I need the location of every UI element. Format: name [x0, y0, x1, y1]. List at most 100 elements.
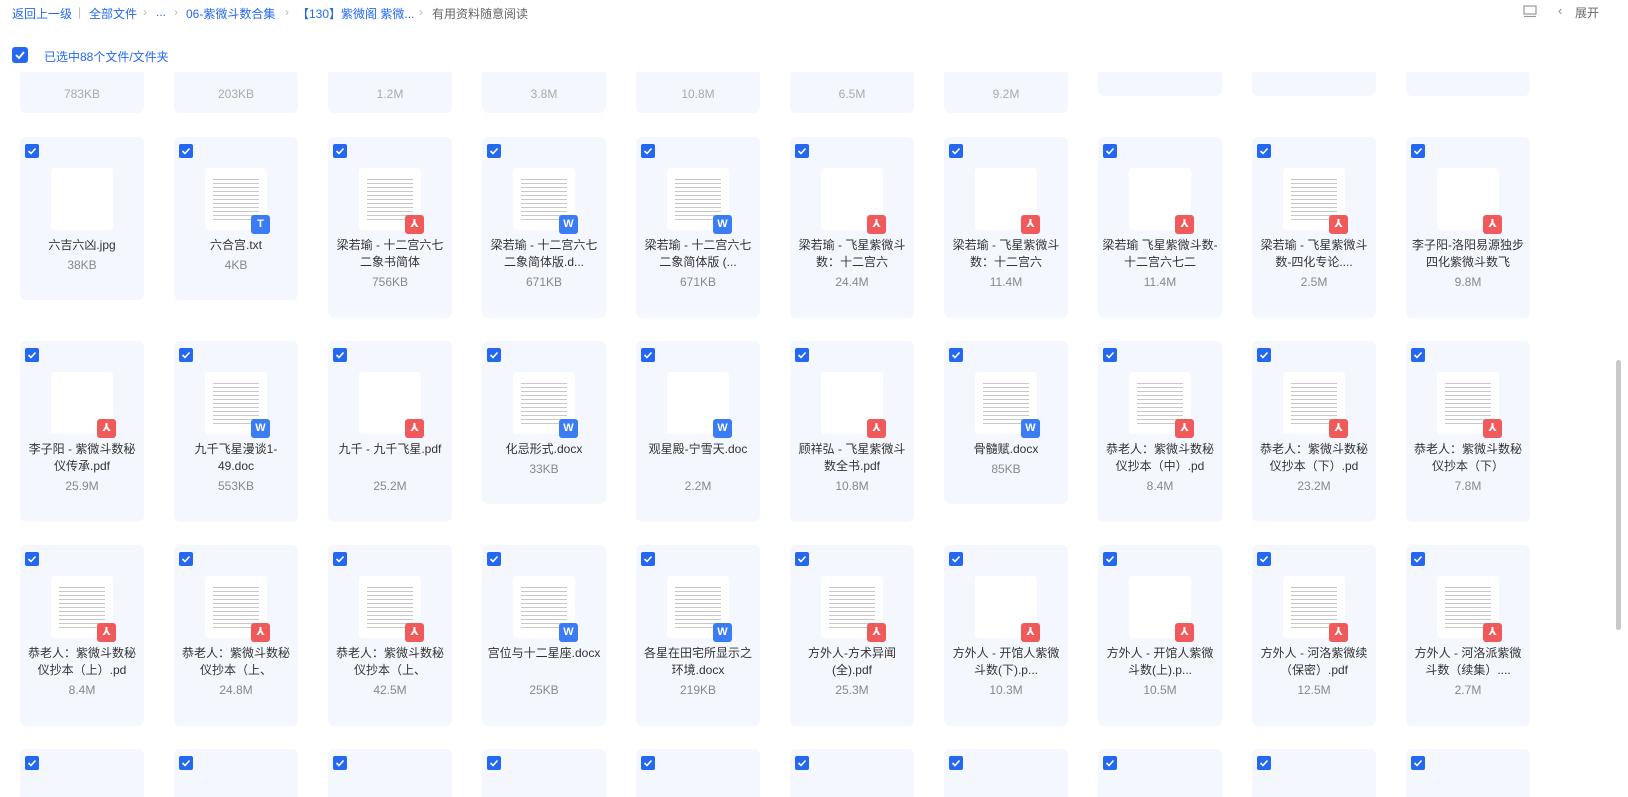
file-checkbox[interactable]	[795, 756, 809, 770]
file-checkbox[interactable]	[1257, 348, 1271, 362]
file-checkbox[interactable]	[795, 348, 809, 362]
file-checkbox[interactable]	[487, 552, 501, 566]
file-card[interactable]: ⅄ 顾祥弘 - 飞星紫微斗数全书.pdf 10.8M	[790, 341, 914, 522]
file-card[interactable]: ⅄ 恭老人：紫微斗数秘仪抄本（下） 7.8M	[1406, 341, 1530, 522]
list-view-icon[interactable]	[1523, 4, 1537, 18]
file-checkbox[interactable]	[949, 144, 963, 158]
file-card[interactable]: W 各星在田宅所显示之环境.docx 219KB	[636, 545, 760, 726]
file-checkbox[interactable]	[795, 552, 809, 566]
file-card[interactable]: ⅄ 恭老人：紫微斗数秘仪抄本（上）.pd 8.4M	[20, 545, 144, 726]
file-card[interactable]: ⅄ 恭老人：紫微斗数秘仪抄本（下）.pd 23.2M	[1252, 341, 1376, 522]
file-card[interactable]: ⅄ 恭老人：紫微斗数秘仪抄本（中）.pd 8.4M	[1098, 341, 1222, 522]
file-checkbox[interactable]	[333, 144, 347, 158]
breadcrumb-folder-1[interactable]: 06-紫微斗数合集	[186, 5, 275, 22]
file-card[interactable]: ⅄ 方外人-方术异闻(全).pdf 25.3M	[790, 545, 914, 726]
file-checkbox[interactable]	[487, 756, 501, 770]
file-card[interactable]: W 梁若瑜 - 十二宫六七二象简体版.d... 671KB	[482, 137, 606, 318]
file-card[interactable]: W 九千飞星漫谈1-49.doc 553KB	[174, 341, 298, 522]
file-checkbox[interactable]	[949, 552, 963, 566]
file-card-partial[interactable]	[1406, 72, 1530, 96]
file-checkbox[interactable]	[25, 756, 39, 770]
file-card[interactable]: ⅄ 李子阳 - 紫微斗数秘仪传承.pdf 25.9M	[20, 341, 144, 522]
file-card[interactable]: ⅄ 梁若瑜 - 十二宫六七二象书简体 756KB	[328, 137, 452, 318]
file-checkbox[interactable]	[1103, 552, 1117, 566]
file-checkbox[interactable]	[1411, 552, 1425, 566]
file-checkbox[interactable]	[1257, 144, 1271, 158]
file-checkbox[interactable]	[333, 552, 347, 566]
file-checkbox[interactable]	[25, 144, 39, 158]
breadcrumb-all-files[interactable]: 全部文件	[89, 5, 137, 22]
file-card-partial[interactable]	[20, 749, 144, 797]
file-checkbox[interactable]	[641, 552, 655, 566]
back-link[interactable]: 返回上一级	[12, 5, 72, 22]
file-card[interactable]: ⅄ 方外人 - 开馆人紫微斗数(上).p... 10.5M	[1098, 545, 1222, 726]
file-card-partial[interactable]	[1252, 749, 1376, 797]
file-checkbox[interactable]	[179, 144, 193, 158]
file-checkbox[interactable]	[1257, 756, 1271, 770]
file-card-partial[interactable]	[1098, 749, 1222, 797]
file-checkbox[interactable]	[25, 552, 39, 566]
file-card[interactable]: ⅄ 梁若瑜 - 飞星紫微斗数：十二宫六 24.4M	[790, 137, 914, 318]
file-card[interactable]: W 化忌形式.docx 33KB	[482, 341, 606, 504]
file-card[interactable]: ⅄ 恭老人：紫微斗数秘仪抄本（上、 42.5M	[328, 545, 452, 726]
file-card[interactable]: W 梁若瑜 - 十二宫六七二象简体版 (... 671KB	[636, 137, 760, 318]
file-checkbox[interactable]	[795, 144, 809, 158]
file-card[interactable]: ⅄ 九千 - 九千飞星.pdf 25.2M	[328, 341, 452, 522]
file-card-partial[interactable]	[1252, 72, 1376, 96]
file-card-partial[interactable]: 1.2M	[328, 72, 452, 113]
breadcrumb-folder-2[interactable]: 【130】紫微阁 紫微...	[297, 5, 414, 22]
file-checkbox[interactable]	[1411, 756, 1425, 770]
file-card-partial[interactable]: 3.8M	[482, 72, 606, 113]
file-checkbox[interactable]	[1103, 348, 1117, 362]
file-card-partial[interactable]	[944, 749, 1068, 797]
file-card-partial[interactable]	[482, 749, 606, 797]
file-checkbox[interactable]	[1103, 756, 1117, 770]
file-checkbox[interactable]	[333, 756, 347, 770]
file-card[interactable]: ⅄ 方外人 - 河洛派紫微斗数（续集）.... 2.7M	[1406, 545, 1530, 726]
breadcrumb-ellipsis[interactable]: ...	[156, 5, 166, 19]
file-card[interactable]: W 宫位与十二星座.docx 25KB	[482, 545, 606, 726]
file-card[interactable]: ⅄ 恭老人：紫微斗数秘仪抄本（上、 24.8M	[174, 545, 298, 726]
scrollbar[interactable]	[1616, 360, 1621, 630]
file-card-partial[interactable]: 6.5M	[790, 72, 914, 113]
file-checkbox[interactable]	[1411, 348, 1425, 362]
file-checkbox[interactable]	[179, 348, 193, 362]
file-checkbox[interactable]	[179, 756, 193, 770]
file-card-partial[interactable]: 10.8M	[636, 72, 760, 113]
file-card[interactable]: ⅄ 李子阳-洛阳易源独步四化紫微斗数飞 9.8M	[1406, 137, 1530, 318]
file-card-partial[interactable]	[636, 749, 760, 797]
file-card[interactable]: T 六合宫.txt 4KB	[174, 137, 298, 300]
file-checkbox[interactable]	[179, 552, 193, 566]
file-card-partial[interactable]	[1098, 72, 1222, 96]
file-checkbox[interactable]	[949, 348, 963, 362]
file-checkbox[interactable]	[641, 348, 655, 362]
file-card-partial[interactable]	[790, 749, 914, 797]
file-checkbox[interactable]	[1257, 552, 1271, 566]
file-card[interactable]: ⅄ 方外人 - 开馆人紫微斗数(下).p... 10.3M	[944, 545, 1068, 726]
file-card-partial[interactable]: 9.2M	[944, 72, 1068, 113]
file-checkbox[interactable]	[487, 144, 501, 158]
select-all-checkbox[interactable]	[12, 47, 28, 63]
file-checkbox[interactable]	[25, 348, 39, 362]
chevron-left-icon[interactable]: ‹	[1558, 3, 1562, 18]
file-card[interactable]: ⅄ 方外人 - 河洛紫微续（保密）.pdf 12.5M	[1252, 545, 1376, 726]
file-checkbox[interactable]	[949, 756, 963, 770]
file-card[interactable]: W 骨髓赋.docx 85KB	[944, 341, 1068, 504]
file-card-partial[interactable]: 783KB	[20, 72, 144, 113]
file-checkbox[interactable]	[333, 348, 347, 362]
file-checkbox[interactable]	[1103, 144, 1117, 158]
expand-button[interactable]: 展开	[1575, 4, 1599, 21]
file-card[interactable]: ⅄ 梁若瑜 飞星紫微斗数-十二宫六七二 11.4M	[1098, 137, 1222, 318]
file-card-partial[interactable]	[328, 749, 452, 797]
file-card-partial[interactable]: 203KB	[174, 72, 298, 113]
file-card-partial[interactable]	[1406, 749, 1530, 797]
file-card-partial[interactable]	[174, 749, 298, 797]
file-checkbox[interactable]	[641, 144, 655, 158]
file-card[interactable]: W 观星殿-宁雪天.doc 2.2M	[636, 341, 760, 522]
file-checkbox[interactable]	[641, 756, 655, 770]
file-card[interactable]: ⅄ 梁若瑜 - 飞星紫微斗数-四化专论.... 2.5M	[1252, 137, 1376, 318]
file-checkbox[interactable]	[1411, 144, 1425, 158]
file-checkbox[interactable]	[487, 348, 501, 362]
file-card[interactable]: 六吉六凶.jpg 38KB	[20, 137, 144, 300]
file-card[interactable]: ⅄ 梁若瑜 - 飞星紫微斗数：十二宫六 11.4M	[944, 137, 1068, 318]
